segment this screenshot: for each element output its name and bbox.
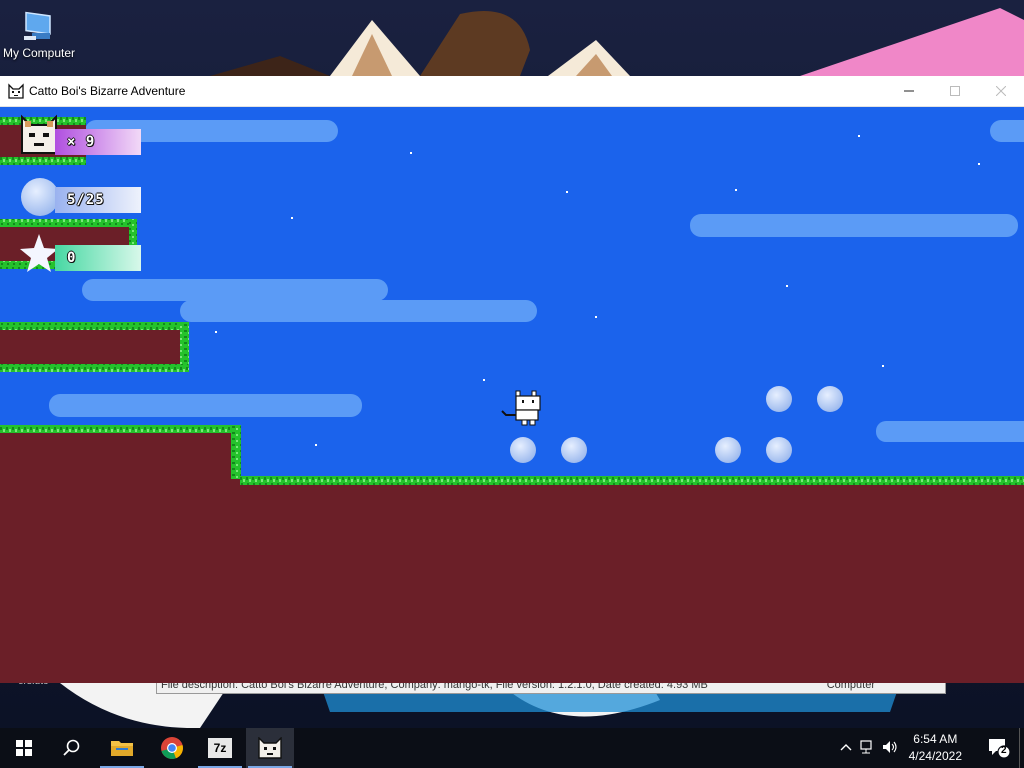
close-icon — [996, 86, 1006, 96]
game-canvas[interactable]: × 9 5/25 0 — [0, 107, 1024, 683]
taskbar-chrome[interactable] — [148, 728, 196, 768]
start-button[interactable] — [0, 728, 48, 768]
player-cat — [501, 390, 541, 426]
ground — [0, 425, 1024, 683]
game-scene — [0, 114, 1024, 683]
orb — [766, 386, 792, 412]
orb — [510, 437, 536, 463]
ledge-left — [0, 322, 189, 372]
cat-icon — [258, 737, 282, 759]
hud-orb-icon — [21, 178, 59, 216]
taskbar-7zip[interactable]: 7z — [196, 728, 244, 768]
close-button[interactable] — [978, 76, 1024, 106]
network-icon[interactable] — [860, 740, 876, 757]
7zip-label: 7z — [213, 741, 227, 755]
search-icon — [63, 739, 80, 756]
folder-icon — [111, 741, 133, 756]
cat-icon — [8, 83, 24, 99]
clock-date: 4/24/2022 — [908, 749, 962, 763]
volume-icon[interactable] — [882, 740, 898, 757]
orbs — [510, 386, 843, 463]
taskbar-file-explorer[interactable] — [98, 728, 146, 768]
orb — [715, 437, 741, 463]
clock[interactable]: 6:54 AM 4/24/2022 — [909, 731, 962, 765]
title-bar[interactable]: Catto Boi's Bizarre Adventure — [0, 76, 1024, 107]
notification-count: 2 — [1001, 745, 1007, 756]
cloud — [690, 214, 1018, 237]
window-title: Catto Boi's Bizarre Adventure — [29, 84, 186, 98]
cloud — [49, 394, 362, 417]
clock-time: 6:54 AM — [913, 732, 958, 746]
orb — [817, 386, 843, 412]
hud-orb-counter: 5/25 — [55, 187, 141, 213]
notification-button[interactable]: 2 — [988, 738, 1011, 763]
maximize-button[interactable] — [932, 76, 978, 106]
desktop-icon-label: My Computer — [2, 46, 76, 60]
taskbar-catto-game[interactable] — [246, 728, 294, 768]
orb — [766, 437, 792, 463]
hud-lives-counter: × 9 — [55, 129, 141, 155]
7zip-icon: 7z — [208, 738, 232, 758]
minimize-icon — [904, 90, 914, 92]
cloud — [82, 279, 388, 301]
cloud — [180, 300, 537, 322]
orb — [561, 437, 587, 463]
cloud — [990, 120, 1024, 142]
windows-logo-icon — [16, 740, 32, 756]
show-desktop-button[interactable] — [1019, 728, 1024, 768]
taskbar: 7z 6:54 AM 4/24/2022 2 — [0, 728, 1024, 768]
maximize-icon — [950, 86, 960, 96]
desktop-icon-my-computer[interactable]: My Computer — [0, 8, 78, 60]
chrome-icon — [161, 737, 183, 760]
minimize-button[interactable] — [886, 76, 932, 106]
chevron-up-icon[interactable] — [840, 740, 852, 756]
computer-icon — [24, 11, 51, 40]
system-tray: 6:54 AM 4/24/2022 2 — [824, 728, 1024, 768]
hud-star-counter: 0 — [55, 245, 141, 271]
search-button[interactable] — [48, 728, 96, 768]
game-window: Catto Boi's Bizarre Adventure × 9 5/25 0 — [0, 76, 1024, 683]
cloud — [876, 421, 1024, 442]
